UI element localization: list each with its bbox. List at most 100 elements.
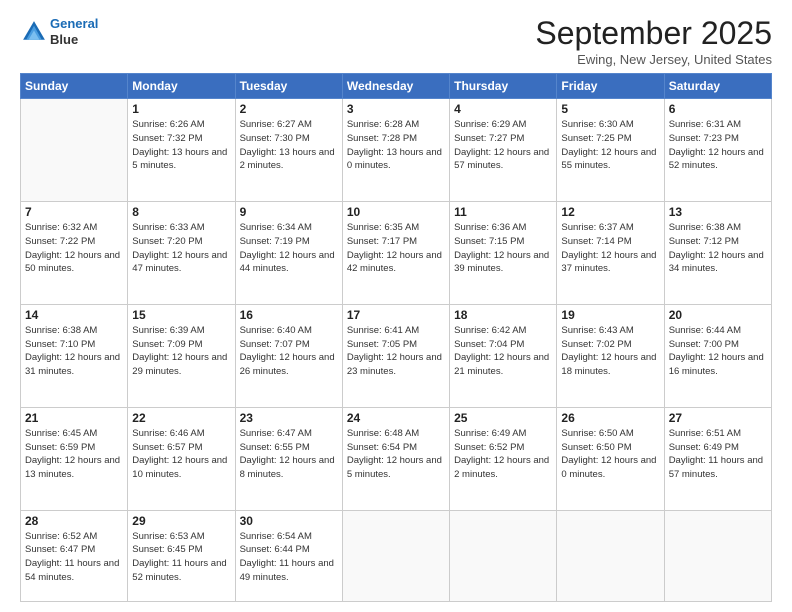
calendar-cell: 24Sunrise: 6:48 AMSunset: 6:54 PMDayligh… — [342, 407, 449, 510]
day-number: 22 — [132, 411, 230, 425]
calendar-header-row: SundayMondayTuesdayWednesdayThursdayFrid… — [21, 74, 772, 99]
calendar-week-row: 21 Sunrise: 6:45 AMSunset: 6:59 PMDayligh… — [21, 407, 772, 510]
logo: General Blue — [20, 16, 98, 47]
calendar-cell: 10 Sunrise: 6:35 AMSunset: 7:17 PMDayligh… — [342, 202, 449, 305]
day-number: 1 — [132, 102, 230, 116]
calendar-cell: 2 Sunrise: 6:27 AMSunset: 7:30 PMDaylight… — [235, 99, 342, 202]
day-info: Sunrise: 6:29 AMSunset: 7:27 PMDaylight:… — [454, 118, 552, 173]
day-info: Sunrise: 6:44 AMSunset: 7:00 PMDaylight:… — [669, 324, 767, 379]
day-info: Sunrise: 6:35 AMSunset: 7:17 PMDaylight:… — [347, 221, 445, 276]
day-info: Sunrise: 6:51 AMSunset: 6:49 PMDaylight:… — [669, 427, 767, 482]
day-info: Sunrise: 6:43 AMSunset: 7:02 PMDaylight:… — [561, 324, 659, 379]
header: General Blue September 2025 Ewing, New J… — [20, 16, 772, 67]
calendar-cell: 7 Sunrise: 6:32 AMSunset: 7:22 PMDaylight… — [21, 202, 128, 305]
calendar-cell — [664, 510, 771, 601]
calendar-cell: 14 Sunrise: 6:38 AMSunset: 7:10 PMDayligh… — [21, 304, 128, 407]
day-number: 16 — [240, 308, 338, 322]
calendar-cell — [450, 510, 557, 601]
day-of-week-header: Thursday — [450, 74, 557, 99]
day-number: 10 — [347, 205, 445, 219]
day-number: 8 — [132, 205, 230, 219]
calendar-cell: 30 Sunrise: 6:54 AMSunset: 6:44 PMDayligh… — [235, 510, 342, 601]
day-info: Sunrise: 6:27 AMSunset: 7:30 PMDaylight:… — [240, 118, 338, 173]
calendar-cell — [342, 510, 449, 601]
calendar-cell: 25 Sunrise: 6:49 AMSunset: 6:52 PMDayligh… — [450, 407, 557, 510]
calendar-cell: 21 Sunrise: 6:45 AMSunset: 6:59 PMDayligh… — [21, 407, 128, 510]
day-info: Sunrise: 6:26 AMSunset: 7:32 PMDaylight:… — [132, 118, 230, 173]
day-number: 20 — [669, 308, 767, 322]
calendar-cell: 26Sunrise: 6:50 AMSunset: 6:50 PMDayligh… — [557, 407, 664, 510]
calendar-cell: 16 Sunrise: 6:40 AMSunset: 7:07 PMDayligh… — [235, 304, 342, 407]
day-number: 26 — [561, 411, 659, 425]
calendar-cell: 13Sunrise: 6:38 AMSunset: 7:12 PMDayligh… — [664, 202, 771, 305]
day-number: 3 — [347, 102, 445, 116]
day-number: 29 — [132, 514, 230, 528]
calendar-cell: 12Sunrise: 6:37 AMSunset: 7:14 PMDayligh… — [557, 202, 664, 305]
day-info: Sunrise: 6:52 AMSunset: 6:47 PMDaylight:… — [25, 530, 123, 585]
day-info: Sunrise: 6:54 AMSunset: 6:44 PMDaylight:… — [240, 530, 338, 585]
logo-icon — [20, 18, 48, 46]
calendar-week-row: 7 Sunrise: 6:32 AMSunset: 7:22 PMDaylight… — [21, 202, 772, 305]
logo-text: General Blue — [50, 16, 98, 47]
day-number: 28 — [25, 514, 123, 528]
calendar-cell: 23 Sunrise: 6:47 AMSunset: 6:55 PMDayligh… — [235, 407, 342, 510]
day-number: 27 — [669, 411, 767, 425]
calendar-week-row: 1 Sunrise: 6:26 AMSunset: 7:32 PMDaylight… — [21, 99, 772, 202]
day-info: Sunrise: 6:32 AMSunset: 7:22 PMDaylight:… — [25, 221, 123, 276]
day-info: Sunrise: 6:42 AMSunset: 7:04 PMDaylight:… — [454, 324, 552, 379]
day-info: Sunrise: 6:41 AMSunset: 7:05 PMDaylight:… — [347, 324, 445, 379]
day-info: Sunrise: 6:30 AMSunset: 7:25 PMDaylight:… — [561, 118, 659, 173]
calendar-cell: 22Sunrise: 6:46 AMSunset: 6:57 PMDayligh… — [128, 407, 235, 510]
day-number: 21 — [25, 411, 123, 425]
calendar: SundayMondayTuesdayWednesdayThursdayFrid… — [20, 73, 772, 602]
calendar-cell — [557, 510, 664, 601]
day-info: Sunrise: 6:34 AMSunset: 7:19 PMDaylight:… — [240, 221, 338, 276]
day-of-week-header: Monday — [128, 74, 235, 99]
calendar-cell: 19 Sunrise: 6:43 AMSunset: 7:02 PMDayligh… — [557, 304, 664, 407]
calendar-cell: 18Sunrise: 6:42 AMSunset: 7:04 PMDayligh… — [450, 304, 557, 407]
day-number: 19 — [561, 308, 659, 322]
calendar-cell — [21, 99, 128, 202]
title-section: September 2025 Ewing, New Jersey, United… — [535, 16, 772, 67]
day-number: 7 — [25, 205, 123, 219]
day-info: Sunrise: 6:45 AMSunset: 6:59 PMDaylight:… — [25, 427, 123, 482]
day-of-week-header: Tuesday — [235, 74, 342, 99]
calendar-cell: 27 Sunrise: 6:51 AMSunset: 6:49 PMDayligh… — [664, 407, 771, 510]
calendar-cell: 11Sunrise: 6:36 AMSunset: 7:15 PMDayligh… — [450, 202, 557, 305]
day-info: Sunrise: 6:36 AMSunset: 7:15 PMDaylight:… — [454, 221, 552, 276]
calendar-cell: 17 Sunrise: 6:41 AMSunset: 7:05 PMDayligh… — [342, 304, 449, 407]
calendar-cell: 9 Sunrise: 6:34 AMSunset: 7:19 PMDaylight… — [235, 202, 342, 305]
day-of-week-header: Sunday — [21, 74, 128, 99]
calendar-week-row: 28 Sunrise: 6:52 AMSunset: 6:47 PMDayligh… — [21, 510, 772, 601]
calendar-cell: 20 Sunrise: 6:44 AMSunset: 7:00 PMDayligh… — [664, 304, 771, 407]
day-number: 2 — [240, 102, 338, 116]
day-info: Sunrise: 6:31 AMSunset: 7:23 PMDaylight:… — [669, 118, 767, 173]
day-number: 30 — [240, 514, 338, 528]
calendar-cell: 1 Sunrise: 6:26 AMSunset: 7:32 PMDaylight… — [128, 99, 235, 202]
location: Ewing, New Jersey, United States — [535, 52, 772, 67]
day-info: Sunrise: 6:28 AMSunset: 7:28 PMDaylight:… — [347, 118, 445, 173]
day-number: 9 — [240, 205, 338, 219]
day-info: Sunrise: 6:40 AMSunset: 7:07 PMDaylight:… — [240, 324, 338, 379]
day-info: Sunrise: 6:49 AMSunset: 6:52 PMDaylight:… — [454, 427, 552, 482]
day-info: Sunrise: 6:38 AMSunset: 7:10 PMDaylight:… — [25, 324, 123, 379]
calendar-cell: 4 Sunrise: 6:29 AMSunset: 7:27 PMDaylight… — [450, 99, 557, 202]
day-of-week-header: Friday — [557, 74, 664, 99]
calendar-cell: 15 Sunrise: 6:39 AMSunset: 7:09 PMDayligh… — [128, 304, 235, 407]
day-of-week-header: Saturday — [664, 74, 771, 99]
day-number: 6 — [669, 102, 767, 116]
calendar-cell: 29Sunrise: 6:53 AMSunset: 6:45 PMDayligh… — [128, 510, 235, 601]
day-info: Sunrise: 6:39 AMSunset: 7:09 PMDaylight:… — [132, 324, 230, 379]
day-number: 15 — [132, 308, 230, 322]
day-number: 25 — [454, 411, 552, 425]
day-number: 17 — [347, 308, 445, 322]
day-info: Sunrise: 6:37 AMSunset: 7:14 PMDaylight:… — [561, 221, 659, 276]
calendar-week-row: 14 Sunrise: 6:38 AMSunset: 7:10 PMDayligh… — [21, 304, 772, 407]
day-number: 23 — [240, 411, 338, 425]
day-info: Sunrise: 6:47 AMSunset: 6:55 PMDaylight:… — [240, 427, 338, 482]
day-number: 14 — [25, 308, 123, 322]
day-number: 5 — [561, 102, 659, 116]
day-number: 4 — [454, 102, 552, 116]
calendar-cell: 28 Sunrise: 6:52 AMSunset: 6:47 PMDayligh… — [21, 510, 128, 601]
day-of-week-header: Wednesday — [342, 74, 449, 99]
